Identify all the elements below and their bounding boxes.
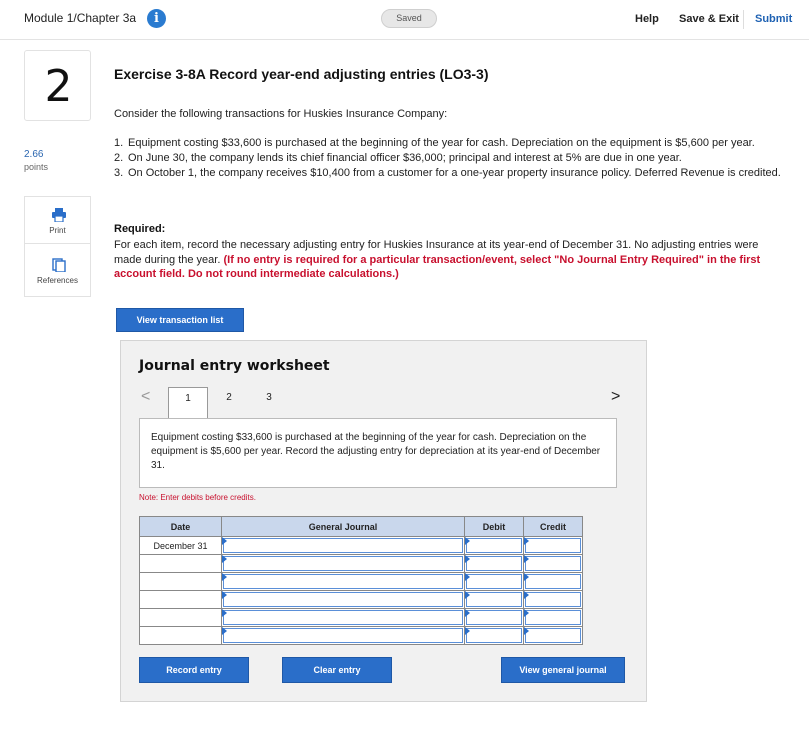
debit-input[interactable]: [464, 554, 524, 573]
table-header-row: Date General Journal Debit Credit: [139, 516, 583, 537]
credit-input[interactable]: [523, 536, 583, 555]
worksheet-title: Journal entry worksheet: [139, 358, 330, 374]
list-item: 1. Equipment costing $33,600 is purchased…: [114, 136, 784, 151]
saved-status-badge: Saved: [381, 9, 437, 28]
references-button[interactable]: References: [24, 243, 91, 297]
input-indicator-icon: [524, 537, 529, 545]
print-label: Print: [49, 226, 66, 235]
credit-input[interactable]: [523, 590, 583, 609]
credit-input[interactable]: [523, 554, 583, 573]
points-value: 2.66: [24, 149, 44, 160]
top-bar: Module 1/Chapter 3a i Saved Help Save & …: [0, 0, 809, 40]
date-cell: [139, 554, 222, 573]
date-cell: [139, 608, 222, 627]
debit-input[interactable]: [464, 572, 524, 591]
table-row: December 31: [139, 536, 583, 555]
dropdown-indicator-icon: [222, 627, 227, 635]
list-number: 1.: [114, 137, 124, 149]
points-label: points: [24, 162, 49, 172]
dropdown-indicator-icon: [222, 591, 227, 599]
date-cell: December 31: [139, 536, 222, 555]
column-header-credit: Credit: [523, 516, 583, 537]
date-cell: [139, 572, 222, 591]
tab-3[interactable]: 3: [259, 387, 279, 419]
chevron-left-icon[interactable]: <: [141, 388, 150, 406]
debit-input[interactable]: [464, 608, 524, 627]
print-button[interactable]: Print: [24, 196, 91, 243]
credit-input[interactable]: [523, 608, 583, 627]
dropdown-indicator-icon: [222, 573, 227, 581]
book-icon: [52, 258, 66, 272]
list-number: 2.: [114, 152, 124, 164]
record-entry-button[interactable]: Record entry: [139, 657, 249, 683]
dropdown-indicator-icon: [222, 609, 227, 617]
divider: [743, 10, 744, 29]
question-number: 2: [44, 61, 73, 112]
required-heading: Required:: [114, 223, 166, 235]
view-general-journal-button[interactable]: View general journal: [501, 657, 625, 683]
table-row: [139, 626, 583, 645]
exercise-intro: Consider the following transactions for …: [114, 108, 448, 120]
account-select[interactable]: [221, 608, 465, 627]
debit-credit-note: Note: Enter debits before credits.: [139, 493, 256, 502]
list-item: 2. On June 30, the company lends its chie…: [114, 151, 784, 166]
journal-table: Date General Journal Debit Credit Decemb…: [139, 516, 583, 645]
account-select[interactable]: [221, 572, 465, 591]
date-cell: [139, 590, 222, 609]
account-select[interactable]: [221, 626, 465, 645]
table-row: [139, 572, 583, 591]
save-exit-link[interactable]: Save & Exit: [679, 13, 739, 25]
input-indicator-icon: [465, 627, 470, 635]
tab-1[interactable]: 1: [168, 387, 208, 420]
journal-entry-worksheet: Journal entry worksheet < > 1 2 3 Equipm…: [120, 340, 647, 702]
account-select[interactable]: [221, 590, 465, 609]
date-cell: [139, 626, 222, 645]
list-number: 3.: [114, 167, 124, 179]
dropdown-indicator-icon: [222, 555, 227, 563]
table-row: [139, 608, 583, 627]
transaction-description: Equipment costing $33,600 is purchased a…: [139, 418, 617, 488]
column-header-debit: Debit: [464, 516, 524, 537]
required-instructions: For each item, record the necessary adju…: [114, 238, 786, 282]
references-label: References: [37, 276, 78, 285]
input-indicator-icon: [465, 591, 470, 599]
input-indicator-icon: [465, 609, 470, 617]
table-row: [139, 590, 583, 609]
debit-input[interactable]: [464, 590, 524, 609]
credit-input[interactable]: [523, 626, 583, 645]
exercise-title: Exercise 3-8A Record year-end adjusting …: [114, 66, 489, 82]
input-indicator-icon: [465, 555, 470, 563]
view-transaction-list-button[interactable]: View transaction list: [116, 308, 244, 332]
list-text: On June 30, the company lends its chief …: [128, 152, 682, 164]
list-item: 3. On October 1, the company receives $10…: [114, 166, 784, 181]
credit-input[interactable]: [523, 572, 583, 591]
module-title: Module 1/Chapter 3a: [24, 11, 137, 25]
account-select[interactable]: [221, 554, 465, 573]
column-header-date: Date: [139, 516, 222, 537]
column-header-general-journal: General Journal: [221, 516, 465, 537]
question-number-box: 2: [24, 50, 91, 121]
transaction-list: 1. Equipment costing $33,600 is purchased…: [114, 136, 784, 181]
list-text: On October 1, the company receives $10,4…: [128, 167, 781, 179]
input-indicator-icon: [524, 555, 529, 563]
printer-icon: [52, 208, 66, 222]
tab-2[interactable]: 2: [219, 387, 239, 419]
info-icon[interactable]: i: [147, 9, 166, 28]
dropdown-indicator-icon: [222, 537, 227, 545]
table-row: [139, 554, 583, 573]
list-text: Equipment costing $33,600 is purchased a…: [128, 137, 755, 149]
chevron-right-icon[interactable]: >: [611, 388, 620, 406]
input-indicator-icon: [524, 591, 529, 599]
input-indicator-icon: [524, 609, 529, 617]
account-select[interactable]: [221, 536, 465, 555]
submit-link[interactable]: Submit: [755, 13, 792, 25]
debit-input[interactable]: [464, 536, 524, 555]
input-indicator-icon: [465, 573, 470, 581]
input-indicator-icon: [465, 537, 470, 545]
debit-input[interactable]: [464, 626, 524, 645]
help-link[interactable]: Help: [635, 13, 659, 25]
clear-entry-button[interactable]: Clear entry: [282, 657, 392, 683]
input-indicator-icon: [524, 627, 529, 635]
input-indicator-icon: [524, 573, 529, 581]
